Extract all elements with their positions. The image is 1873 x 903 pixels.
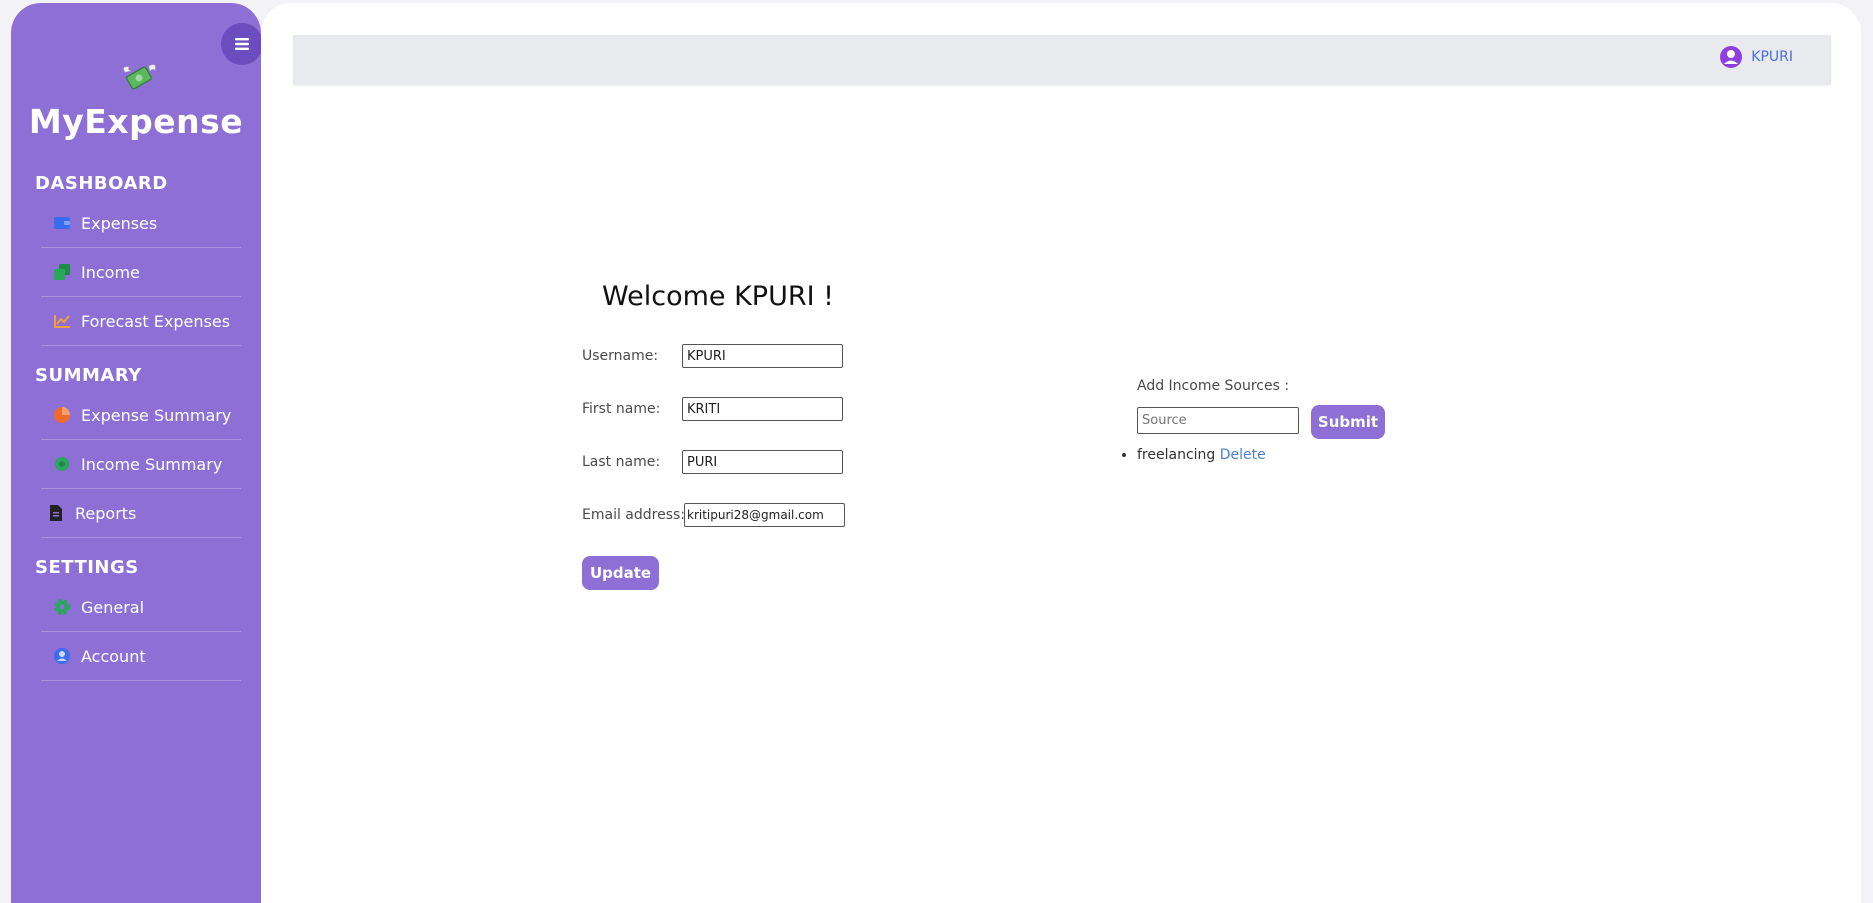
pie-chart-icon	[53, 406, 71, 424]
file-report-icon	[47, 504, 65, 522]
sidebar-item-income[interactable]: Income	[41, 248, 241, 297]
sidebar-item-label: Reports	[75, 503, 137, 523]
sidebar-item-label: Expense Summary	[81, 405, 232, 425]
delete-link[interactable]: Delete	[1220, 447, 1266, 463]
first-name-label: First name:	[582, 401, 661, 417]
welcome-heading: Welcome KPURI !	[602, 281, 834, 312]
list-item: freelancing Delete	[1137, 447, 1266, 463]
sidebar-toggle-button[interactable]	[221, 23, 263, 65]
last-name-label: Last name:	[582, 454, 661, 470]
sidebar-item-expenses[interactable]: Expenses	[41, 199, 241, 248]
user-circle-icon	[1720, 46, 1743, 68]
sidebar-item-reports[interactable]: Reports	[41, 489, 241, 538]
user-menu[interactable]: KPURI	[1719, 45, 1793, 69]
wallet-icon	[53, 214, 71, 232]
money-wings-icon	[119, 58, 159, 98]
income-sources-label: Add Income Sources :	[1137, 378, 1290, 394]
sidebar: MyExpense DASHBOARD Expenses Income Fore…	[11, 3, 263, 903]
sidebar-item-expense-summary[interactable]: Expense Summary	[41, 391, 241, 440]
sidebar-item-label: Income Summary	[81, 454, 223, 474]
section-title-dashboard: DASHBOARD	[35, 173, 168, 194]
sidebar-item-account[interactable]: Account	[41, 632, 241, 681]
income-source-input[interactable]	[1137, 407, 1299, 434]
income-sources-list: freelancing Delete	[1120, 447, 1266, 463]
user-menu-name: KPURI	[1751, 49, 1793, 65]
sidebar-item-label: Forecast Expenses	[81, 311, 231, 331]
money-icon	[53, 263, 71, 281]
submit-button[interactable]: Submit	[1311, 405, 1385, 439]
top-navbar: KPURI	[293, 35, 1831, 85]
main-panel: KPURI	[261, 3, 1861, 903]
brand-title: MyExpense	[28, 102, 244, 141]
sidebar-item-label: General	[81, 597, 145, 617]
first-name-input[interactable]	[682, 397, 843, 421]
sidebar-item-label: Account	[81, 646, 146, 666]
email-field[interactable]	[684, 503, 845, 527]
section-title-settings: SETTINGS	[35, 557, 139, 578]
gear-icon	[53, 598, 71, 616]
last-name-input[interactable]	[682, 450, 843, 474]
user-circle-icon	[53, 647, 71, 665]
email-label: Email address:	[582, 507, 686, 523]
update-button[interactable]: Update	[582, 556, 659, 590]
menu-icon	[235, 38, 249, 50]
sidebar-item-general[interactable]: General	[41, 583, 241, 632]
sidebar-item-label: Expenses	[81, 213, 158, 233]
sidebar-item-income-summary[interactable]: Income Summary	[41, 440, 241, 489]
circle-chart-icon	[53, 455, 71, 473]
section-title-summary: SUMMARY	[35, 365, 142, 386]
chart-line-icon	[53, 312, 71, 330]
sidebar-item-forecast-expenses[interactable]: Forecast Expenses	[41, 297, 241, 346]
income-source-name: freelancing	[1137, 447, 1216, 463]
username-label: Username:	[582, 348, 659, 364]
sidebar-item-label: Income	[81, 262, 140, 282]
username-input[interactable]	[682, 344, 843, 368]
